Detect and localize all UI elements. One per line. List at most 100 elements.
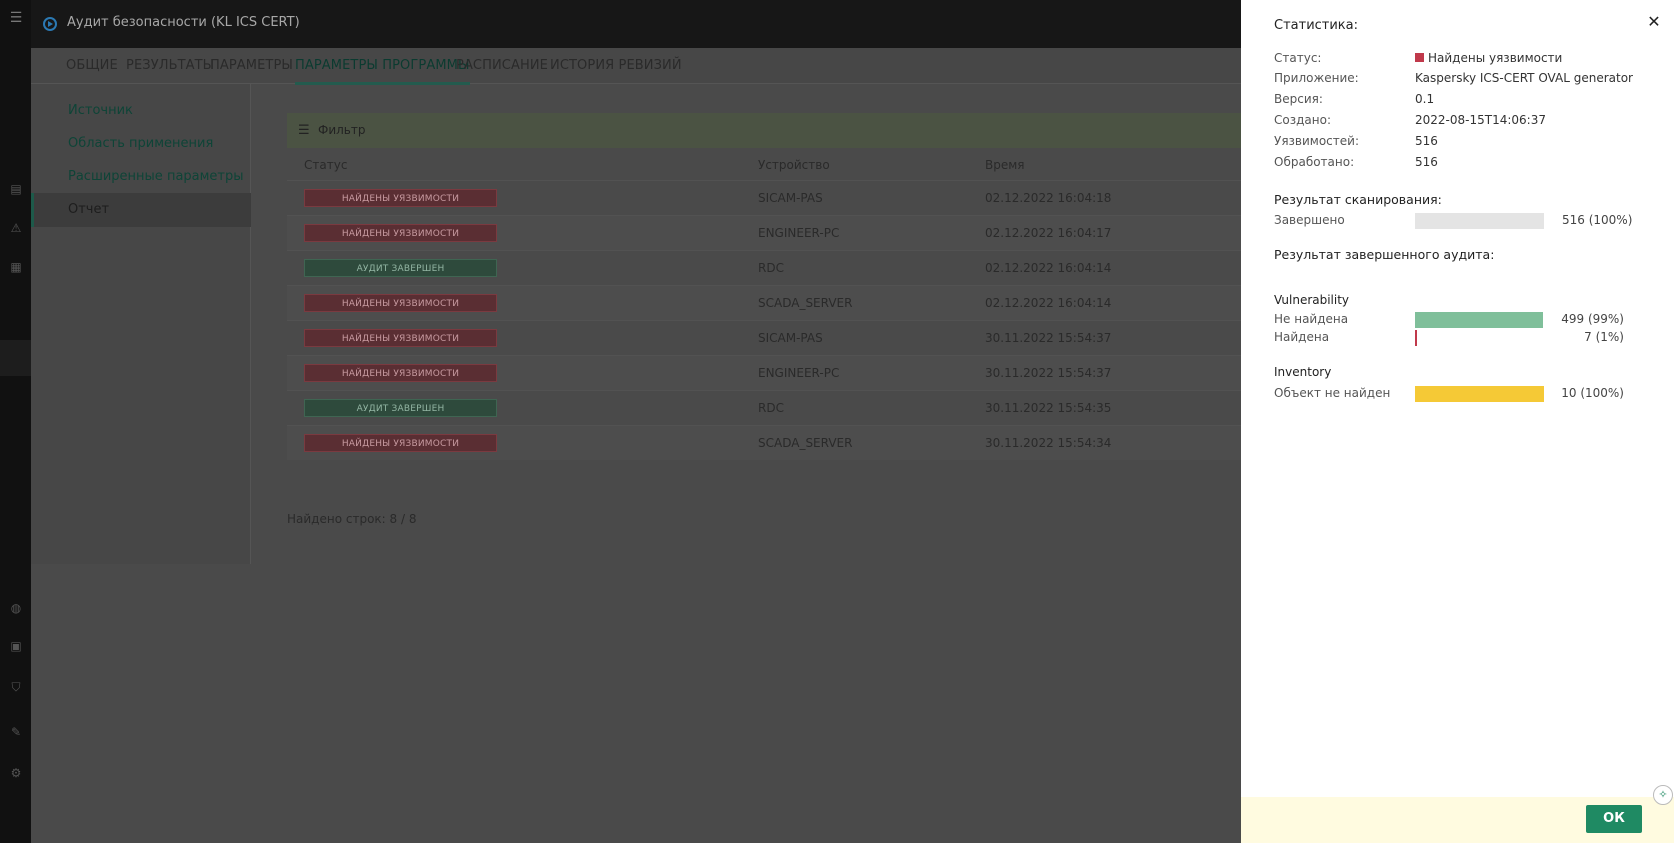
table-row[interactable]: НАЙДЕНЫ УЯЗВИМОСТИ SICAM-PAS 30.11.2022 15… <box>287 320 1241 355</box>
table-row[interactable]: НАЙДЕНЫ УЯЗВИМОСТИ SCADA_SERVER 02.12.2022… <box>287 285 1241 320</box>
title-bar: Аудит безопасности (KL ICS CERT) <box>31 0 1241 48</box>
vuln-not-found-value: 499 (99%) <box>1561 312 1624 326</box>
time-cell: 30.11.2022 15:54:37 <box>985 331 1112 345</box>
tab-program-parameters[interactable]: ПАРАМЕТРЫ ПРОГРАММЫ <box>295 58 470 85</box>
row-count: Найдено строк: 8 / 8 <box>287 512 417 526</box>
stat-value-vulnerabilities: 516 <box>1415 134 1438 148</box>
status-badge: АУДИТ ЗАВЕРШЕН <box>304 399 497 417</box>
scan-label: Завершено <box>1274 213 1345 227</box>
app-logo-icon <box>43 17 57 31</box>
inventory-not-found-label: Объект не найден <box>1274 386 1391 400</box>
status-badge: НАЙДЕНЫ УЯЗВИМОСТИ <box>304 434 497 452</box>
device-cell: SICAM-PAS <box>758 331 823 345</box>
inventory-section-title: Inventory <box>1274 365 1332 379</box>
panel-footer: ОК ✧ <box>1241 785 1674 843</box>
table-row[interactable]: НАЙДЕНЫ УЯЗВИМОСТИ SCADA_SERVER 30.11.2022… <box>287 425 1241 460</box>
scan-value: 516 (100%) <box>1562 213 1633 227</box>
close-icon[interactable]: ✕ <box>1645 13 1663 31</box>
ok-button[interactable]: ОК <box>1586 805 1642 833</box>
tab-general[interactable]: ОБЩИЕ <box>66 58 118 73</box>
time-cell: 30.11.2022 15:54:34 <box>985 436 1112 450</box>
inventory-not-found-bar <box>1415 386 1544 402</box>
vuln-found-value: 7 (1%) <box>1584 330 1624 344</box>
column-time[interactable]: Время <box>985 158 1025 172</box>
column-status[interactable]: Статус <box>304 158 347 172</box>
audit-result-title: Результат завершенного аудита: <box>1274 247 1495 262</box>
help-icon[interactable]: ✧ <box>1653 785 1673 805</box>
tab-parameters[interactable]: ПАРАМЕТРЫ <box>210 58 293 73</box>
stat-key-application: Приложение: <box>1274 71 1359 85</box>
vuln-found-bar <box>1415 330 1417 346</box>
status-badge: НАЙДЕНЫ УЯЗВИМОСТИ <box>304 329 497 347</box>
stat-value-application: Kaspersky ICS-CERT OVAL generator <box>1415 71 1633 85</box>
menu-icon[interactable]: ☰ <box>9 11 23 25</box>
stat-key-status: Статус: <box>1274 51 1322 65</box>
device-cell: ENGINEER-PC <box>758 226 840 240</box>
wrench-icon[interactable]: ✎ <box>9 726 23 738</box>
table-header: Статус Устройство Время <box>287 150 1241 180</box>
stat-key-version: Версия: <box>1274 92 1323 106</box>
filter-icon: ☰ <box>298 123 310 138</box>
tab-bar: ОБЩИЕ РЕЗУЛЬТАТЫ ПАРАМЕТРЫ ПАРАМЕТРЫ ПРО… <box>31 48 1241 85</box>
device-cell: RDC <box>758 401 784 415</box>
status-badge: НАЙДЕНЫ УЯЗВИМОСТИ <box>304 224 497 242</box>
vuln-not-found-bar <box>1415 312 1543 328</box>
tab-revision-history[interactable]: ИСТОРИЯ РЕВИЗИЙ <box>550 58 682 73</box>
scan-result-title: Результат сканирования: <box>1274 192 1442 207</box>
time-cell: 02.12.2022 16:04:17 <box>985 226 1112 240</box>
status-badge: НАЙДЕНЫ УЯЗВИМОСТИ <box>304 364 497 382</box>
settings-icon[interactable]: ⚙ <box>9 767 23 779</box>
device-cell: SCADA_SERVER <box>758 296 853 310</box>
shield-icon[interactable]: ⛉ <box>9 681 23 693</box>
inventory-not-found-value: 10 (100%) <box>1561 386 1624 400</box>
table-row[interactable]: НАЙДЕНЫ УЯЗВИМОСТИ ENGINEER-PC 30.11.2022 … <box>287 355 1241 390</box>
status-text: Найдены уязвимости <box>1428 51 1563 65</box>
status-badge: АУДИТ ЗАВЕРШЕН <box>304 259 497 277</box>
table-row[interactable]: АУДИТ ЗАВЕРШЕН RDC 02.12.2022 16:04:14 <box>287 250 1241 285</box>
tab-results[interactable]: РЕЗУЛЬТАТЫ <box>126 58 214 73</box>
stat-key-created: Создано: <box>1274 113 1331 127</box>
vuln-not-found-label: Не найдена <box>1274 312 1349 326</box>
table-row[interactable]: НАЙДЕНЫ УЯЗВИМОСТИ SICAM-PAS 02.12.2022 16… <box>287 180 1241 215</box>
column-device[interactable]: Устройство <box>758 158 830 172</box>
stat-value-created: 2022-08-15T14:06:37 <box>1415 113 1546 127</box>
stat-key-vulnerabilities: Уязвимостей: <box>1274 134 1359 148</box>
time-cell: 30.11.2022 15:54:37 <box>985 366 1112 380</box>
report-content: ☰ Фильтр Статус Устройство Время НАЙДЕНЫ… <box>252 84 1241 564</box>
tree-icon[interactable]: ▦ <box>9 261 23 273</box>
main-app: Аудит безопасности (KL ICS CERT) ОБЩИЕ Р… <box>31 0 1241 843</box>
device-cell: ENGINEER-PC <box>758 366 840 380</box>
stat-key-processed: Обработано: <box>1274 155 1355 169</box>
vulnerability-section-title: Vulnerability <box>1274 293 1350 307</box>
nav-item-advanced[interactable]: Расширенные параметры <box>31 160 251 194</box>
nav-item-source[interactable]: Источник <box>31 94 251 128</box>
time-cell: 02.12.2022 16:04:14 <box>985 296 1112 310</box>
filter-label: Фильтр <box>318 123 366 137</box>
time-cell: 02.12.2022 16:04:14 <box>985 261 1112 275</box>
stat-value-processed: 516 <box>1415 155 1438 169</box>
stat-value-version: 0.1 <box>1415 92 1435 106</box>
filter-bar[interactable]: ☰ Фильтр <box>287 113 1241 148</box>
stat-value-status: Найдены уязвимости <box>1415 51 1562 65</box>
table-row[interactable]: АУДИТ ЗАВЕРШЕН RDC 30.11.2022 15:54:35 <box>287 390 1241 425</box>
tab-schedule[interactable]: РАСПИСАНИЕ <box>456 58 548 73</box>
nav-item-scope[interactable]: Область применения <box>31 127 251 161</box>
table-row[interactable]: НАЙДЕНЫ УЯЗВИМОСТИ ENGINEER-PC 02.12.2022 … <box>287 215 1241 250</box>
status-badge: НАЙДЕНЫ УЯЗВИМОСТИ <box>304 189 497 207</box>
monitor-icon[interactable]: ▤ <box>9 183 23 195</box>
statistics-panel: ✕ Статистика: Статус: Найдены уязвимости… <box>1241 0 1674 843</box>
alert-icon[interactable]: ⚠ <box>9 222 23 234</box>
rail-selected-item[interactable] <box>0 340 31 376</box>
status-badge: НАЙДЕНЫ УЯЗВИМОСТИ <box>304 294 497 312</box>
user-icon[interactable]: ◍ <box>9 602 23 614</box>
report-icon[interactable]: ▣ <box>9 640 23 652</box>
device-cell: RDC <box>758 261 784 275</box>
nav-item-report[interactable]: Отчет <box>31 193 251 227</box>
vuln-found-label: Найдена <box>1274 330 1330 344</box>
time-cell: 02.12.2022 16:04:18 <box>985 191 1112 205</box>
section-nav: Источник Область применения Расширенные … <box>31 84 251 564</box>
window-title: Аудит безопасности (KL ICS CERT) <box>67 15 300 30</box>
status-square-icon <box>1415 53 1424 62</box>
device-cell: SICAM-PAS <box>758 191 823 205</box>
device-cell: SCADA_SERVER <box>758 436 853 450</box>
